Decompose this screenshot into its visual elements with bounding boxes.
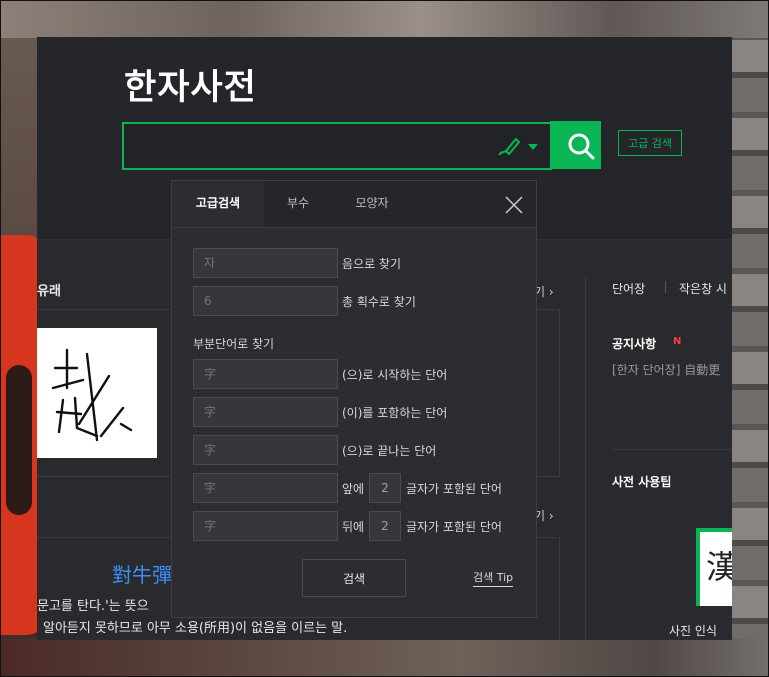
tab-wordbook[interactable]: 단어장 <box>612 280 645 297</box>
photo-recognition-card[interactable]: 漢 <box>696 528 732 606</box>
partial-word-heading: 부분단어로 찾기 <box>193 337 275 351</box>
front-prefix-label: 앞에 <box>342 482 365 496</box>
origin-heading: 유래 <box>37 284 61 299</box>
background-top <box>0 0 769 38</box>
tab-shape[interactable]: 모양자 <box>340 181 404 227</box>
advanced-search-submit-button[interactable]: 검색 <box>302 559 406 597</box>
close-icon[interactable] <box>504 195 524 215</box>
contains-label: (이)를 포함하는 단어 <box>342 406 448 420</box>
search-button[interactable] <box>550 121 601 169</box>
starts-with-input[interactable] <box>193 359 338 389</box>
reading-input[interactable] <box>193 248 338 278</box>
photo-recognition-label[interactable]: 사진 인식 <box>669 622 717 639</box>
new-badge: N <box>673 336 682 347</box>
tab-small-window[interactable]: 작은창 시 <box>679 280 727 297</box>
search-box <box>122 122 552 170</box>
idiom-description-line-2: 알아듣지 못하므로 아무 소용(所用)이 없음을 이르는 말. <box>43 621 348 636</box>
photo-glyph: 漢 <box>706 548 732 586</box>
idiom-hanja-link[interactable]: 對牛彈 <box>112 559 172 588</box>
contains-input[interactable] <box>193 397 338 427</box>
back-char-input[interactable] <box>193 511 338 541</box>
notice-item[interactable]: [한자 단어장] 自動更 <box>612 361 720 378</box>
back-suffix-label: 글자가 포함된 단어 <box>406 520 502 534</box>
search-input[interactable] <box>132 132 491 162</box>
tab-advanced-search[interactable]: 고급검색 <box>172 181 264 227</box>
advanced-search-button[interactable]: 고급 검색 <box>618 130 682 156</box>
reading-label: 음으로 찾기 <box>342 257 402 271</box>
hanja-stroke-image[interactable] <box>37 328 157 458</box>
magnifier-icon <box>568 133 595 160</box>
ends-with-label: (으)로 끝나는 단어 <box>342 444 437 458</box>
notice-heading[interactable]: 공지사항 <box>612 335 656 352</box>
idiom-description-line-1: 문고를 탄다.'는 뜻으 <box>37 599 149 614</box>
tab-separator <box>665 281 666 293</box>
popup-tabs: 고급검색 부수 모양자 <box>172 181 536 228</box>
handwriting-pen-icon[interactable] <box>496 134 522 158</box>
search-tip-link[interactable]: 검색 Tip <box>473 569 514 587</box>
back-prefix-label: 뒤에 <box>342 520 365 534</box>
tab-radical[interactable]: 부수 <box>272 181 324 227</box>
usage-tip-heading: 사전 사용팁 <box>612 475 672 489</box>
page-title: 한자사전 <box>124 68 257 108</box>
back-count-input[interactable]: 2 <box>369 511 401 541</box>
background-bottom <box>0 638 769 677</box>
front-char-input[interactable] <box>193 473 338 503</box>
caret-down-icon[interactable] <box>528 144 538 150</box>
stroke-count-label: 총 획수로 찾기 <box>342 295 416 309</box>
front-suffix-label: 글자가 포함된 단어 <box>406 482 502 496</box>
column-divider <box>585 275 586 640</box>
starts-with-label: (으)로 시작하는 단어 <box>342 368 448 382</box>
ends-with-input[interactable] <box>193 435 338 465</box>
sidebar-divider <box>612 449 732 450</box>
stroke-count-input[interactable] <box>193 286 338 316</box>
front-count-input[interactable]: 2 <box>369 473 401 503</box>
advanced-search-popup: 고급검색 부수 모양자 음으로 찾기 총 획수로 찾기 부분단어로 찾기 (으)… <box>171 180 537 618</box>
hanja-stroke-drawing <box>51 348 133 442</box>
